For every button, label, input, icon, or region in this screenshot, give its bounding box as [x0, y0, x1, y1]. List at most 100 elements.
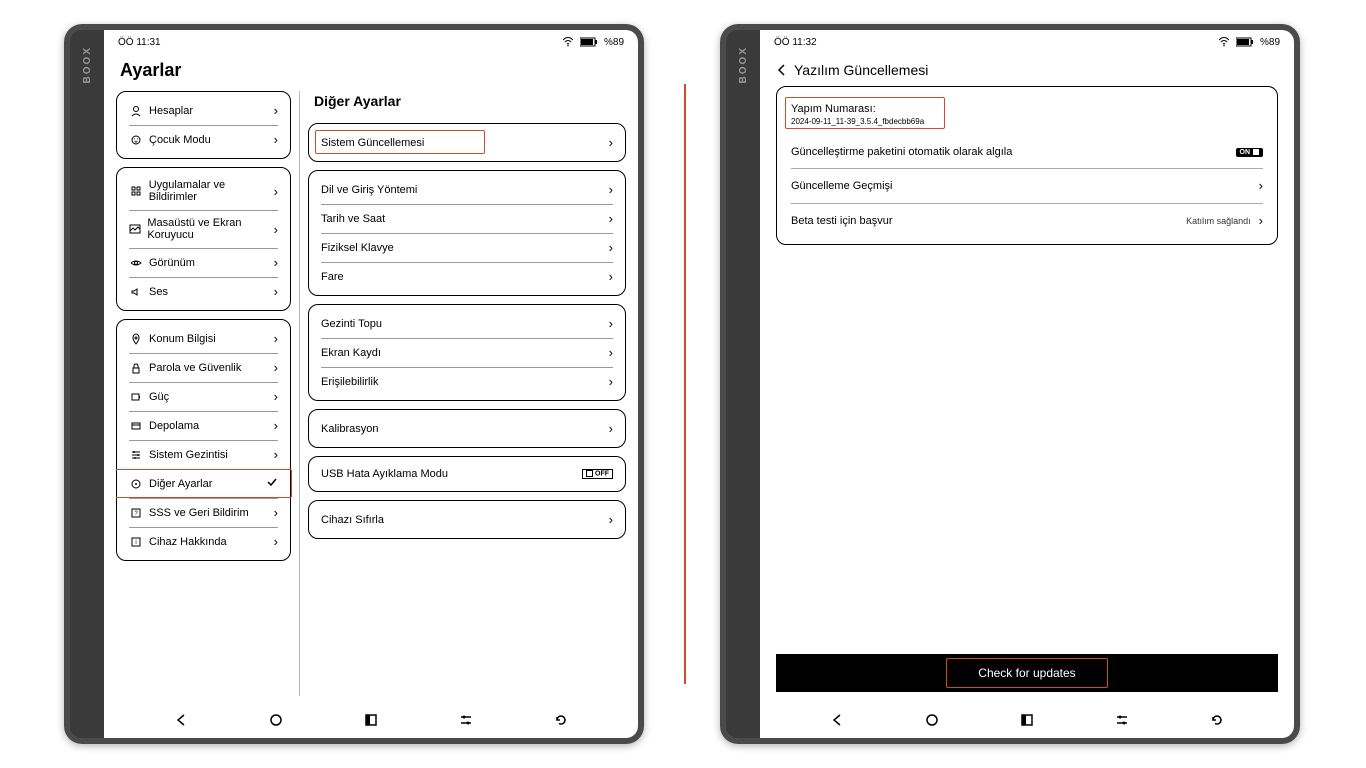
settings-group: Dil ve Giriş Yöntemi›Tarih ve Saat›Fizik… [308, 170, 626, 296]
row-note: Katılım sağlandı [1186, 216, 1251, 226]
nav-back-icon[interactable] [172, 711, 190, 729]
nav-bar-right [760, 702, 1294, 738]
sidebar-item[interactable]: Sistem Gezintisi› [117, 440, 290, 469]
on-toggle[interactable]: ON [1236, 148, 1264, 157]
chevron-right-icon: › [609, 240, 613, 255]
sidebar-item-label: Hesaplar [149, 105, 193, 117]
back-header[interactable]: Yazılım Güncellemesi [760, 54, 1294, 86]
chevron-right-icon: › [274, 418, 278, 433]
chevron-right-icon: › [274, 360, 278, 375]
settings-row-label: Tarih ve Saat [321, 213, 385, 225]
update-row-label: Güncelleme Geçmişi [791, 180, 892, 192]
nav-back-icon[interactable] [828, 711, 846, 729]
sidebar-item[interactable]: Konum Bilgisi › [117, 324, 290, 353]
svg-text:i: i [135, 540, 136, 546]
chevron-right-icon: › [274, 284, 278, 299]
settings-row[interactable]: USB Hata Ayıklama ModuOFF [309, 461, 625, 487]
status-bar: ÖÖ 11:32 %89 [760, 30, 1294, 54]
device-spine: BOOX [70, 30, 104, 738]
update-row-label: Beta testi için başvur [791, 215, 893, 227]
sidebar-item[interactable]: Hesaplar › [117, 96, 290, 125]
sidebar-item-label: Cihaz Hakkında [149, 536, 227, 548]
check-icon [266, 476, 278, 491]
lock-icon [129, 361, 143, 375]
sidebar-item-label: SSS ve Geri Bildirim [149, 507, 249, 519]
battery-icon [580, 37, 598, 47]
nav-home-icon[interactable] [267, 711, 285, 729]
wifi-icon [1218, 37, 1230, 47]
sidebar-item-label: Parola ve Güvenlik [149, 362, 241, 374]
status-time: ÖÖ 11:32 [774, 37, 817, 48]
sidebar-item[interactable]: Depolama› [117, 411, 290, 440]
chevron-right-icon: › [609, 182, 613, 197]
sidebar-item-label: Diğer Ayarlar [149, 478, 212, 490]
battery-icon [1236, 37, 1254, 47]
settings-row[interactable]: Fiziksel Klavye › [309, 233, 625, 262]
power-icon [129, 390, 143, 404]
settings-row-label: Ekran Kaydı [321, 347, 381, 359]
settings-group: Kalibrasyon› [308, 409, 626, 448]
settings-row[interactable]: Ekran Kaydı› [309, 338, 625, 367]
page-header-title: Yazılım Güncellemesi [794, 62, 928, 78]
sidebar-item[interactable]: Görünüm› [117, 248, 290, 277]
settings-row[interactable]: Cihazı Sıfırla› [309, 505, 625, 534]
status-time: ÖÖ 11:31 [118, 37, 161, 48]
check-updates-button[interactable]: Check for updates [776, 654, 1278, 692]
sidebar-item[interactable]: ?SSS ve Geri Bildirim› [117, 498, 290, 527]
settings-sidebar: Hesaplar›Çocuk Modu›Uygulamalar ve Bildi… [116, 91, 300, 696]
chevron-right-icon: › [274, 103, 278, 118]
nav-recent-icon[interactable] [1018, 711, 1036, 729]
sidebar-item[interactable]: Masaüstü ve Ekran Koruyucu› [117, 210, 290, 248]
settings-row[interactable]: Fare› [309, 262, 625, 291]
sidebar-item[interactable]: Uygulamalar ve Bildirimler› [117, 172, 290, 210]
nav-recent-icon[interactable] [362, 711, 380, 729]
main-section-title: Diğer Ayarlar [308, 91, 626, 115]
settings-group: USB Hata Ayıklama ModuOFF [308, 456, 626, 492]
brand-label: BOOX [82, 46, 93, 83]
sidebar-item[interactable]: iCihaz Hakkında› [117, 527, 290, 556]
user-icon [129, 104, 143, 118]
chevron-right-icon: › [609, 316, 613, 331]
sidebar-item[interactable]: Çocuk Modu› [117, 125, 290, 154]
sidebar-item[interactable]: Diğer Ayarlar [117, 469, 290, 498]
update-row[interactable]: Güncelleme Geçmişi› [777, 168, 1277, 203]
nav-sliders-icon[interactable] [1113, 711, 1131, 729]
chevron-right-icon: › [609, 269, 613, 284]
sidebar-item-label: Konum Bilgisi [149, 333, 216, 345]
chevron-right-icon: › [274, 389, 278, 404]
eye-icon [129, 256, 143, 270]
chevron-right-icon: › [609, 135, 613, 150]
nav-sliders-icon[interactable] [457, 711, 475, 729]
settings-row-label: Kalibrasyon [321, 423, 378, 435]
settings-row[interactable]: Dil ve Giriş Yöntemi› [309, 175, 625, 204]
pin-icon [129, 332, 143, 346]
settings-row[interactable]: Sistem Güncellemesi› [309, 128, 625, 157]
divider [684, 84, 686, 684]
battery-percent: %89 [1260, 37, 1280, 48]
chevron-right-icon: › [274, 331, 278, 346]
nav-refresh-icon[interactable] [552, 711, 570, 729]
build-number-row[interactable]: Yapım Numarası: 2024-09-11_11-39_3.5.4_f… [777, 93, 1277, 136]
update-row-label: Güncelleştirme paketini otomatik olarak … [791, 146, 1012, 158]
update-row[interactable]: Güncelleştirme paketini otomatik olarak … [777, 136, 1277, 168]
nav-home-icon[interactable] [923, 711, 941, 729]
settings-row[interactable]: Kalibrasyon› [309, 414, 625, 443]
settings-row[interactable]: Erişilebilirlik› [309, 367, 625, 396]
build-label: Yapım Numarası: [791, 103, 924, 115]
chevron-right-icon: › [274, 505, 278, 520]
sidebar-item[interactable]: Güç› [117, 382, 290, 411]
sidebar-item[interactable]: Parola ve Güvenlik › [117, 353, 290, 382]
brand-label: BOOX [738, 46, 749, 83]
update-row[interactable]: Beta testi için başvurKatılım sağlandı› [777, 203, 1277, 238]
settings-row[interactable]: Tarih ve Saat› [309, 204, 625, 233]
settings-row[interactable]: Gezinti Topu› [309, 309, 625, 338]
sidebar-item-label: Uygulamalar ve Bildirimler [149, 179, 274, 203]
settings-row-label: Fiziksel Klavye [321, 242, 394, 254]
chevron-right-icon: › [274, 255, 278, 270]
sidebar-item[interactable]: Ses › [117, 277, 290, 306]
sidebar-item-label: Ses [149, 286, 168, 298]
image-icon [129, 222, 141, 236]
sidebar-item-label: Çocuk Modu [149, 134, 211, 146]
child-icon [129, 133, 143, 147]
nav-refresh-icon[interactable] [1208, 711, 1226, 729]
